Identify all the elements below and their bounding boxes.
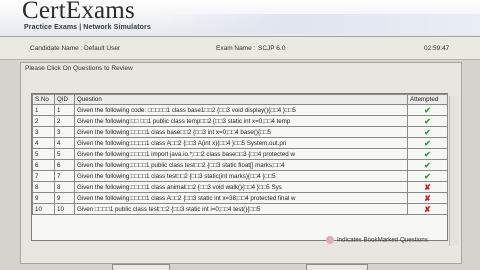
app-header: CertExams Practice Exams | Network Simul… <box>0 0 480 37</box>
cell-sno: 2 <box>32 115 55 127</box>
attempted-check-icon: ✔ <box>407 137 448 149</box>
review-caption: Please Click On Questions to Review <box>25 65 133 72</box>
attempted-check-icon: ✔ <box>407 126 448 138</box>
table-row[interactable]: 4 4 Given the following:□□□□1 class A□□2… <box>32 137 448 149</box>
table-row[interactable]: 5 5 Given the following:□□□□1 import jav… <box>32 148 448 160</box>
candidate-name: Default User <box>84 45 121 52</box>
not-attempted-cross-icon: ✘ <box>407 181 448 193</box>
app-logo-subtitle: Practice Exams | Network Simulators <box>24 24 151 31</box>
cell-qid: 7 <box>54 170 75 182</box>
cell-sno: 1 <box>32 104 55 116</box>
table-row[interactable]: 1 1 Given the following code: □□□□□1 cla… <box>32 104 448 116</box>
header-attempted: Attempted <box>407 94 448 105</box>
table-row[interactable]: 7 7 Given the following:□□□□1 class test… <box>32 170 448 182</box>
cell-sno: 10 <box>32 203 55 215</box>
cell-sno: 3 <box>32 126 55 138</box>
table-row[interactable]: 2 2 Given the following:□□ □□1 public cl… <box>32 115 448 127</box>
vertical-scrollbar[interactable] <box>449 96 458 246</box>
cell-qid: 5 <box>54 148 75 160</box>
cell-qid: 10 <box>54 203 75 215</box>
cell-qid: 1 <box>54 104 75 116</box>
cell-sno: 9 <box>32 192 55 204</box>
cell-question[interactable]: Given □□□□1 public class test□□2 {□□3 st… <box>74 203 408 215</box>
candidate-label: Candidate Name : <box>30 45 83 52</box>
cell-question[interactable]: Given the following:□□□□1 class A□□2 {□□… <box>74 192 408 204</box>
table-row[interactable]: 9 9 Given the following:□□□□1 class A□□2… <box>32 192 448 204</box>
cell-sno: 6 <box>32 159 55 171</box>
exam-name: SCJP 6.0 <box>258 45 286 52</box>
table-row[interactable]: 10 10 Given □□□□1 public class test□□2 {… <box>32 203 448 215</box>
not-attempted-cross-icon: ✘ <box>407 203 448 215</box>
review-panel: Please Click On Questions to Review S.No… <box>20 62 462 264</box>
questions-table: S.No QID Question Attempted 1 1 Given th… <box>32 94 448 215</box>
header-question: Question <box>74 94 408 105</box>
cell-question[interactable]: Given the following:□□□□1 import java.io… <box>74 148 408 160</box>
cell-question[interactable]: Given the following:□□ □□1 public class … <box>74 115 408 127</box>
bottom-left-button[interactable] <box>112 264 170 270</box>
cell-sno: 7 <box>32 170 55 182</box>
attempted-check-icon: ✔ <box>407 159 448 171</box>
cell-sno: 8 <box>32 181 55 193</box>
attempted-check-icon: ✔ <box>407 115 448 127</box>
app-logo-title: CertExams <box>22 0 135 24</box>
cell-question[interactable]: Given the following code: □□□□□1 class b… <box>74 104 408 116</box>
cell-qid: 3 <box>54 126 75 138</box>
cell-sno: 4 <box>32 137 55 149</box>
table-row[interactable]: 6 6 Given the following:□□□□1 public cla… <box>32 159 448 171</box>
bottom-right-button[interactable] <box>306 264 368 270</box>
cell-sno: 5 <box>32 148 55 160</box>
not-attempted-cross-icon: ✘ <box>407 192 448 204</box>
cell-question[interactable]: Given the following:□□□□1 class base□□2 … <box>74 126 408 138</box>
table-row[interactable]: 8 8 Given the following:□□□□1 class anim… <box>32 181 448 193</box>
bookmark-dot-icon <box>326 236 334 244</box>
cell-question[interactable]: Given the following:□□□□1 class test□□2 … <box>74 170 408 182</box>
cell-question[interactable]: Given the following:□□□□1 public class t… <box>74 159 408 171</box>
cell-question[interactable]: Given the following:□□□□1 class animal□□… <box>74 181 408 193</box>
bookmark-legend: Indicates BookMarked Questions <box>326 236 428 244</box>
bookmark-legend-text: Indicates BookMarked Questions <box>337 236 428 244</box>
header-sno: S.No <box>32 94 55 105</box>
app-window: CertExams Practice Exams | Network Simul… <box>0 0 480 270</box>
questions-table-container: S.No QID Question Attempted 1 1 Given th… <box>31 93 448 241</box>
header-qid: QID <box>54 94 75 105</box>
cell-qid: 9 <box>54 192 75 204</box>
cell-qid: 2 <box>54 115 75 127</box>
attempted-check-icon: ✔ <box>407 148 448 160</box>
attempted-check-icon: ✔ <box>407 170 448 182</box>
exam-timer: 02:59:47 <box>424 45 450 52</box>
table-row[interactable]: 3 3 Given the following:□□□□1 class base… <box>32 126 448 138</box>
exam-label: Exam Name : <box>216 45 256 52</box>
cell-qid: 8 <box>54 181 75 193</box>
header-band <box>160 14 480 34</box>
table-header-row: S.No QID Question Attempted <box>32 94 448 105</box>
cell-qid: 6 <box>54 159 75 171</box>
exam-info-bar: Candidate Name : Default User Exam Name … <box>0 37 480 60</box>
cell-question[interactable]: Given the following:□□□□1 class A□□2 {□□… <box>74 137 408 149</box>
cell-qid: 4 <box>54 137 75 149</box>
attempted-check-icon: ✔ <box>407 104 448 116</box>
